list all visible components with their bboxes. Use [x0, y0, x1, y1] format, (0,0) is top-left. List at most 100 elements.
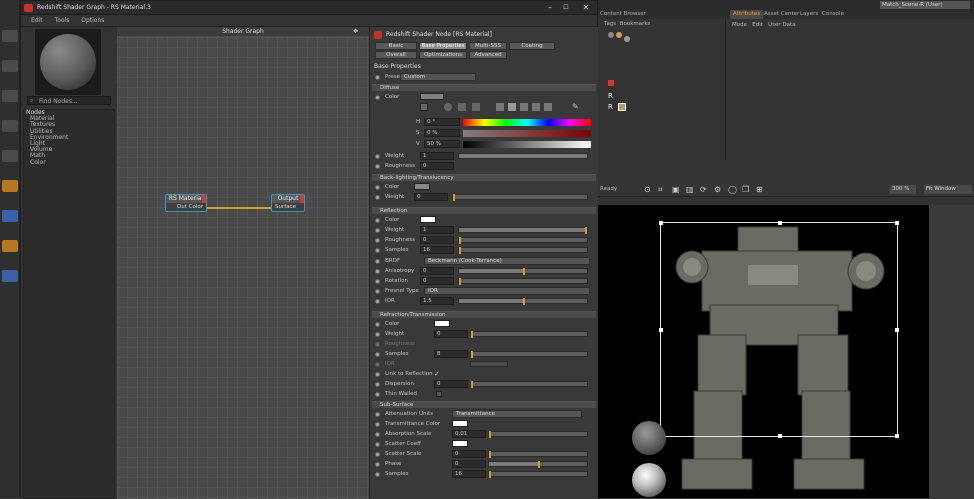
tool-icon[interactable] [2, 270, 18, 282]
refl-rotation-slider[interactable] [458, 278, 588, 285]
save-icon[interactable]: ⊞ [756, 185, 763, 194]
crop-icon[interactable]: ⌗ [658, 185, 663, 195]
swatches-icon[interactable] [544, 103, 552, 111]
refl-fresnel-select[interactable]: IOR [424, 287, 590, 295]
diffuse-weight-value[interactable]: 1 [420, 152, 454, 160]
tab-overall[interactable]: Overall [375, 51, 417, 59]
refl-weight-value[interactable]: 1 [420, 226, 454, 234]
tab-content-browser[interactable]: Content Browser [600, 11, 646, 17]
obj-menu-tags[interactable]: Tags [604, 21, 616, 27]
selection-box[interactable] [659, 221, 899, 438]
menu-edit[interactable]: Edit [31, 17, 43, 24]
zoom-select[interactable]: 300 % [890, 185, 916, 194]
obj-menu-bookmarks[interactable]: Bookmarks [620, 21, 651, 27]
shader-graph-canvas[interactable]: Shader Graph ✥ RS Material Out Color Out… [117, 27, 369, 499]
tab-console[interactable]: Console [822, 11, 844, 17]
refl-brdf-select[interactable]: Beckmann (Cook-Torrance) [424, 257, 590, 265]
sss-samples-slider[interactable] [488, 471, 588, 478]
refr-ior-slider[interactable] [470, 361, 508, 367]
sss-phase-slider[interactable] [488, 461, 588, 468]
diffuse-color-swatch[interactable] [420, 93, 444, 100]
tab-advanced[interactable]: Advanced [469, 51, 507, 59]
sss-samples-value[interactable]: 16 [452, 470, 486, 478]
diffuse-roughness-value[interactable]: 0 [420, 162, 454, 170]
sss-sscale-value[interactable]: 0 [452, 450, 486, 458]
refl-ior-slider[interactable] [458, 298, 588, 305]
saturation-slider[interactable] [463, 130, 591, 137]
backlight-color-swatch[interactable] [414, 183, 430, 190]
preset-select[interactable]: Custom [400, 73, 476, 81]
tool-icon[interactable] [2, 210, 18, 222]
refr-samples-slider[interactable] [470, 351, 588, 358]
refl-rotation-value[interactable]: 0 [420, 277, 454, 285]
render-viewport[interactable] [598, 205, 929, 498]
copy-icon[interactable]: ❐ [742, 185, 749, 194]
graph-pin-icon[interactable]: ✥ [353, 28, 367, 35]
value-value[interactable]: 50 % [424, 140, 460, 148]
refr-thin-checkbox[interactable] [436, 391, 442, 397]
section-refraction[interactable]: Refraction/Transmission [372, 311, 596, 318]
section-subsurface[interactable]: Sub-Surface [372, 401, 596, 408]
tab-coating[interactable]: Coating [509, 42, 555, 50]
eye-icon[interactable]: ◯ [728, 185, 737, 194]
section-reflection[interactable]: Reflection [372, 207, 596, 214]
refresh-icon[interactable]: ⟳ [700, 185, 707, 194]
tool-icon[interactable] [2, 180, 18, 192]
node-output[interactable]: Output Surface [271, 194, 305, 212]
value-slider[interactable] [463, 141, 591, 148]
sss-tcolor-swatch[interactable] [452, 420, 468, 427]
attr-menu-user-data[interactable]: User Data [768, 22, 795, 28]
snapshot-icon[interactable]: ⊙ [644, 185, 651, 194]
tool-icon[interactable] [2, 60, 18, 72]
refl-roughness-slider[interactable] [458, 237, 588, 244]
tool-icon[interactable] [2, 30, 18, 42]
settings-icon[interactable]: ⚙ [714, 185, 721, 194]
section-diffuse[interactable]: Diffuse [372, 84, 596, 91]
sss-sscale-slider[interactable] [488, 451, 588, 458]
eyedropper-icon[interactable]: ✎ [572, 102, 579, 111]
spectrum-icon[interactable] [458, 103, 466, 111]
refr-weight-value[interactable]: 0 [434, 330, 468, 338]
attr-menu-mode[interactable]: Mode [732, 22, 747, 28]
rgb-icon[interactable] [496, 103, 504, 111]
hue-slider[interactable] [463, 119, 591, 126]
refr-color-swatch[interactable] [434, 320, 450, 327]
sss-absorb-value[interactable]: 0.01 [452, 430, 486, 438]
close-button[interactable]: ✕ [577, 2, 595, 14]
tag-sphere-icon[interactable] [624, 36, 630, 42]
material-tag-icon[interactable] [618, 103, 626, 111]
node-rs-material[interactable]: RS Material Out Color [165, 194, 207, 212]
tab-optimizations[interactable]: Optimizations [419, 51, 467, 59]
fit-select[interactable]: Fit Window [924, 185, 972, 194]
sss-units-select[interactable]: Transmittance [452, 410, 582, 418]
tab-layers[interactable]: Layers [800, 11, 818, 17]
refl-samples-slider[interactable] [458, 247, 588, 254]
tab-multi-sss[interactable]: Multi-SSS [469, 42, 507, 50]
tree-item-color[interactable]: Color [24, 159, 114, 166]
layout-select[interactable]: Match_Scene-R (User) [880, 1, 970, 9]
tab-base-properties[interactable]: Base Properties [419, 42, 467, 50]
tool-icon[interactable] [2, 120, 18, 132]
kelvin-icon[interactable] [520, 103, 528, 111]
tab-attributes[interactable]: Attributes [730, 10, 764, 19]
sss-scoeff-swatch[interactable] [452, 440, 468, 447]
redshift-tag-icon[interactable] [608, 80, 614, 86]
tool-icon[interactable] [2, 240, 18, 252]
refl-anisotropy-slider[interactable] [458, 268, 588, 275]
refr-samples-value[interactable]: 8 [434, 350, 468, 358]
tab-asset-center[interactable]: Asset Center [764, 11, 799, 17]
refl-anisotropy-value[interactable]: 0 [420, 267, 454, 275]
maximize-button[interactable]: ☐ [557, 2, 575, 14]
refr-link-checkbox[interactable]: ✓ [434, 370, 440, 378]
port-out-color[interactable]: Out Color [166, 203, 206, 211]
hue-value[interactable]: 0 ° [424, 118, 460, 126]
refl-color-swatch[interactable] [420, 216, 436, 223]
menu-options[interactable]: Options [81, 17, 104, 24]
refl-roughness-value[interactable]: 0 [420, 236, 454, 244]
tag-sphere-icon[interactable] [608, 32, 614, 38]
tool-icon[interactable] [2, 150, 18, 162]
tag-material-icon[interactable] [616, 32, 622, 38]
refr-weight-slider[interactable] [470, 331, 588, 338]
sss-absorb-slider[interactable] [488, 431, 588, 438]
image-icon[interactable] [472, 103, 480, 111]
